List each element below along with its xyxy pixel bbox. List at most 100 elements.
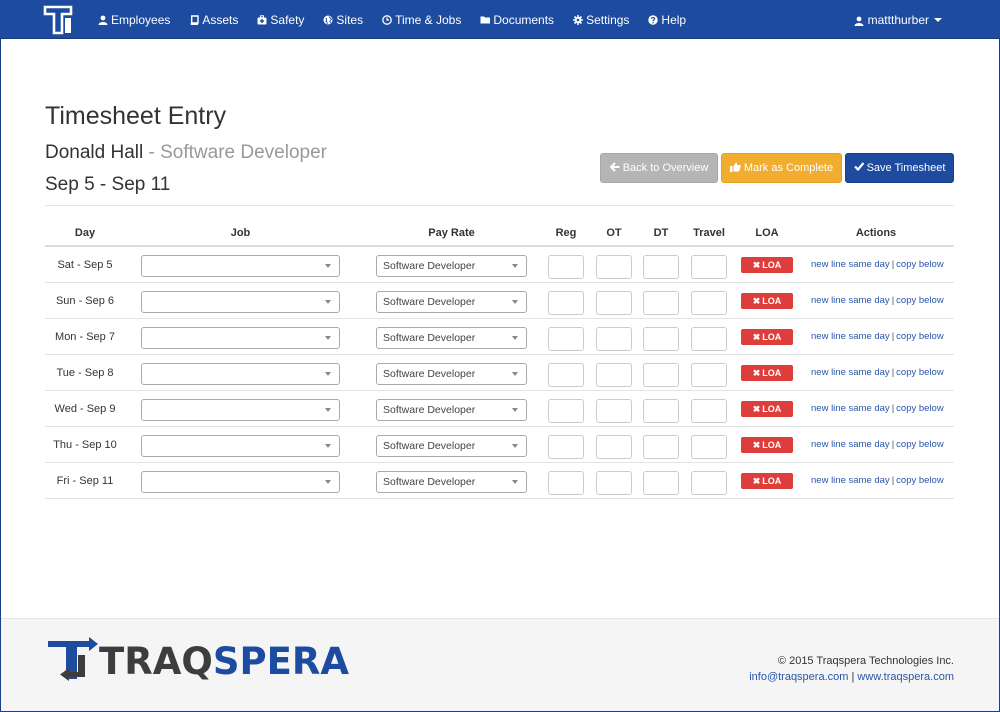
dt-hours-input[interactable]: [643, 291, 679, 315]
nav-item-safety[interactable]: Safety: [257, 13, 304, 27]
new-line-same-day-link[interactable]: new line same day: [811, 475, 890, 486]
job-select[interactable]: [141, 327, 340, 349]
nav-item-sites[interactable]: Sites: [323, 13, 363, 27]
travel-hours-input[interactable]: [691, 255, 727, 279]
row-actions: new line same day|copy below: [811, 283, 944, 319]
nav-item-time-jobs[interactable]: Time & Jobs: [382, 13, 461, 27]
new-line-same-day-link[interactable]: new line same day: [811, 403, 890, 414]
new-line-same-day-link[interactable]: new line same day: [811, 367, 890, 378]
loa-label: LOA: [762, 404, 781, 414]
dt-hours-input[interactable]: [643, 435, 679, 459]
close-icon: ✖: [753, 368, 761, 379]
table-row: Fri - Sep 11Software Developer✖LOAnew li…: [45, 463, 954, 499]
nav-item-employees[interactable]: Employees: [98, 13, 170, 27]
main-nav: Employees Assets Safety Sites Time & Jobs Doc…: [98, 0, 705, 39]
chevron-down-icon: [325, 444, 331, 448]
copy-below-link[interactable]: copy below: [896, 475, 944, 486]
pay-rate-select[interactable]: Software Developer: [376, 399, 527, 421]
travel-hours-input[interactable]: [691, 399, 727, 423]
dt-hours-input[interactable]: [643, 327, 679, 351]
loa-button[interactable]: ✖LOA: [741, 437, 793, 453]
travel-hours-input[interactable]: [691, 291, 727, 315]
pay-rate-select[interactable]: Software Developer: [376, 435, 527, 457]
copy-below-link[interactable]: copy below: [896, 331, 944, 342]
loa-button[interactable]: ✖LOA: [741, 401, 793, 417]
loa-label: LOA: [762, 368, 781, 378]
new-line-same-day-link[interactable]: new line same day: [811, 295, 890, 306]
chevron-down-icon: [934, 18, 942, 22]
loa-button[interactable]: ✖LOA: [741, 365, 793, 381]
nav-item-help[interactable]: Help: [648, 13, 686, 27]
ot-hours-input[interactable]: [596, 255, 632, 279]
reg-hours-input[interactable]: [548, 399, 584, 423]
column-header-job: Job: [141, 222, 340, 244]
pay-rate-select[interactable]: Software Developer: [376, 291, 527, 313]
user-icon: [98, 15, 108, 25]
copy-below-link[interactable]: copy below: [896, 403, 944, 414]
copy-below-link[interactable]: copy below: [896, 367, 944, 378]
reg-hours-input[interactable]: [548, 291, 584, 315]
reg-hours-input[interactable]: [548, 363, 584, 387]
dt-hours-input[interactable]: [643, 399, 679, 423]
chevron-down-icon: [325, 408, 331, 412]
pay-rate-select[interactable]: Software Developer: [376, 327, 527, 349]
pay-rate-select[interactable]: Software Developer: [376, 255, 527, 277]
reg-hours-input[interactable]: [548, 255, 584, 279]
travel-hours-input[interactable]: [691, 435, 727, 459]
loa-button[interactable]: ✖LOA: [741, 329, 793, 345]
ot-hours-input[interactable]: [596, 435, 632, 459]
chevron-down-icon: [512, 372, 518, 376]
dt-hours-input[interactable]: [643, 255, 679, 279]
traqspera-logo-icon: [45, 635, 101, 687]
website-link[interactable]: www.traqspera.com: [857, 671, 954, 683]
nav-item-documents[interactable]: Documents: [480, 13, 554, 27]
user-menu[interactable]: mattthurber: [854, 0, 942, 39]
nav-item-assets[interactable]: Assets: [189, 13, 238, 27]
new-line-same-day-link[interactable]: new line same day: [811, 331, 890, 342]
job-select[interactable]: [141, 471, 340, 493]
new-line-same-day-link[interactable]: new line same day: [811, 439, 890, 450]
loa-button[interactable]: ✖LOA: [741, 473, 793, 489]
ot-hours-input[interactable]: [596, 471, 632, 495]
travel-hours-input[interactable]: [691, 471, 727, 495]
nav-item-label: Sites: [336, 13, 363, 27]
back-to-overview-button[interactable]: Back to Overview: [600, 153, 718, 183]
nav-item-label: Documents: [493, 13, 554, 27]
dt-hours-input[interactable]: [643, 363, 679, 387]
ot-hours-input[interactable]: [596, 363, 632, 387]
employee-heading: Donald Hall - Software Developer: [45, 142, 327, 164]
reg-hours-input[interactable]: [548, 327, 584, 351]
travel-hours-input[interactable]: [691, 363, 727, 387]
job-select[interactable]: [141, 291, 340, 313]
nav-item-settings[interactable]: Settings: [573, 13, 629, 27]
chevron-down-icon: [512, 444, 518, 448]
reg-hours-input[interactable]: [548, 435, 584, 459]
loa-button[interactable]: ✖LOA: [741, 293, 793, 309]
job-select[interactable]: [141, 363, 340, 385]
job-select[interactable]: [141, 399, 340, 421]
copy-below-link[interactable]: copy below: [896, 259, 944, 270]
copy-below-link[interactable]: copy below: [896, 295, 944, 306]
day-cell: Sat - Sep 5: [45, 247, 125, 283]
job-select[interactable]: [141, 435, 340, 457]
new-line-same-day-link[interactable]: new line same day: [811, 259, 890, 270]
pay-rate-select-value: Software Developer: [383, 296, 475, 308]
pay-rate-select[interactable]: Software Developer: [376, 363, 527, 385]
ot-hours-input[interactable]: [596, 399, 632, 423]
job-select[interactable]: [141, 255, 340, 277]
dt-hours-input[interactable]: [643, 471, 679, 495]
save-timesheet-button[interactable]: Save Timesheet: [845, 153, 954, 183]
travel-hours-input[interactable]: [691, 327, 727, 351]
loa-button[interactable]: ✖LOA: [741, 257, 793, 273]
ot-hours-input[interactable]: [596, 291, 632, 315]
copy-below-link[interactable]: copy below: [896, 439, 944, 450]
pay-rate-select-value: Software Developer: [383, 476, 475, 488]
brand-logo-icon[interactable]: [43, 5, 73, 35]
email-link[interactable]: info@traqspera.com: [749, 671, 848, 683]
reg-hours-input[interactable]: [548, 471, 584, 495]
day-cell: Wed - Sep 9: [45, 391, 125, 427]
ot-hours-input[interactable]: [596, 327, 632, 351]
loa-label: LOA: [762, 476, 781, 486]
pay-rate-select[interactable]: Software Developer: [376, 471, 527, 493]
mark-as-complete-button[interactable]: Mark as Complete: [721, 153, 842, 183]
